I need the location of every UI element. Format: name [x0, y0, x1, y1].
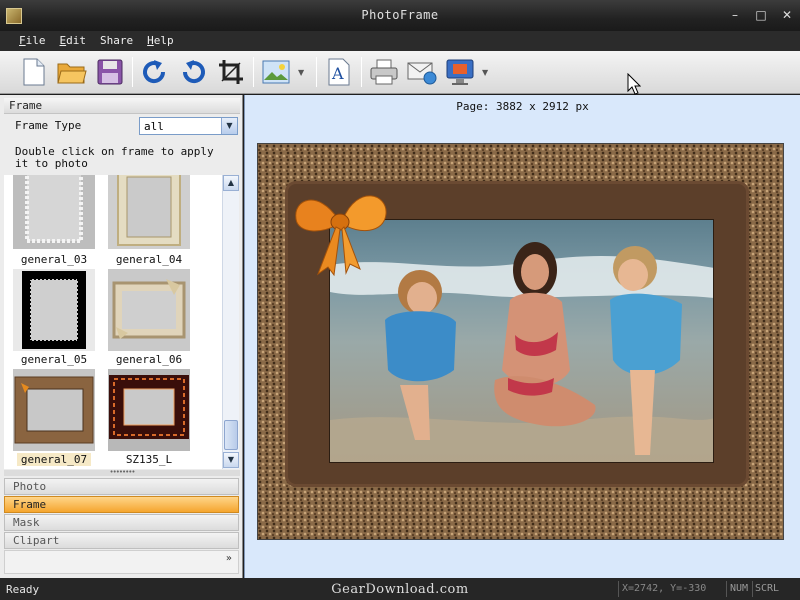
redo-icon[interactable]: [139, 56, 171, 88]
thumb-label-selected: general_07: [17, 453, 91, 466]
maximize-icon[interactable]: □: [754, 8, 768, 22]
frame-preview[interactable]: [257, 143, 784, 540]
status-separator: [752, 581, 753, 597]
scroll-down-icon[interactable]: ▼: [223, 452, 239, 468]
thumb-label: SZ135_L: [125, 453, 173, 466]
menu-file[interactable]: File: [12, 31, 53, 51]
image-dropdown-arrow[interactable]: ▼: [298, 68, 306, 77]
nav-frame[interactable]: Frame: [4, 496, 239, 513]
status-bar: Ready GearDownload.com X=2742, Y=-330 NU…: [0, 578, 800, 600]
panel-header: Frame: [4, 98, 240, 114]
frame-thumb-general_04[interactable]: [108, 175, 190, 249]
mouse-cursor-icon: [627, 73, 641, 95]
add-text-icon[interactable]: A: [323, 56, 355, 88]
open-folder-icon[interactable]: [56, 56, 88, 88]
canvas-area[interactable]: Page: 3882 x 2912 px: [244, 73, 800, 578]
frame-thumb-general_06[interactable]: [108, 269, 190, 351]
close-icon[interactable]: ✕: [780, 8, 794, 22]
frame-type-value: all: [144, 120, 164, 133]
scroll-up-icon[interactable]: ▲: [223, 175, 239, 191]
menu-help[interactable]: Help: [140, 31, 181, 51]
bow-clipart: [295, 195, 387, 277]
nav-photo[interactable]: Photo: [4, 478, 239, 495]
chevron-down-icon[interactable]: ▼: [221, 118, 237, 134]
toolbar-separator: [316, 57, 317, 87]
panel-splitter[interactable]: ••••••••: [4, 469, 240, 476]
scroll-lock-indicator: SCRL: [755, 583, 780, 594]
more-chevron-icon[interactable]: »: [226, 553, 232, 564]
frame-thumb-general_05[interactable]: [13, 269, 95, 351]
toolbar-separator: [361, 57, 362, 87]
printer-icon[interactable]: [368, 56, 400, 88]
status-separator: [726, 581, 727, 597]
menu-bar: File Edit Share Help: [0, 31, 800, 51]
frame-type-select[interactable]: all ▼: [139, 117, 238, 135]
svg-text:A: A: [331, 64, 344, 83]
thumb-label: general_06: [115, 353, 183, 366]
thumb-label: general_05: [20, 353, 88, 366]
frame-hint: Double click on frame to apply it to pho…: [15, 145, 214, 170]
toolbar-separator: [253, 57, 254, 87]
email-icon[interactable]: [406, 56, 438, 88]
desktop-wallpaper-icon[interactable]: [444, 56, 476, 88]
left-panel: Frame Frame Type all ▼ Double click on f…: [0, 95, 243, 578]
page-size-label: Page: 3882 x 2912 px: [456, 100, 589, 113]
toolbar-separator: [132, 57, 133, 87]
crop-icon[interactable]: [215, 56, 247, 88]
new-document-icon[interactable]: [18, 56, 50, 88]
frame-thumbnail-list: general_03 general_04 general_05 general…: [4, 175, 222, 469]
scroll-thumb[interactable]: [224, 420, 238, 450]
window-title: PhotoFrame: [361, 8, 439, 22]
frame-type-label: Frame Type: [15, 119, 82, 132]
save-disk-icon[interactable]: [94, 56, 126, 88]
thumb-label: general_03: [20, 253, 88, 266]
menu-edit[interactable]: Edit: [53, 31, 94, 51]
thumb-label: general_04: [115, 253, 183, 266]
toolbar: ▼ A ▼: [0, 51, 800, 94]
minimize-icon[interactable]: –: [728, 8, 742, 22]
frame-thumb-general_03[interactable]: [13, 175, 95, 249]
wallpaper-dropdown-arrow[interactable]: ▼: [482, 68, 490, 77]
undo-icon[interactable]: [177, 56, 209, 88]
num-lock-indicator: NUM: [730, 583, 749, 594]
nav-clipart[interactable]: Clipart: [4, 532, 239, 549]
frame-thumb-general_07[interactable]: [13, 369, 95, 451]
window-controls: – □ ✕: [728, 8, 794, 22]
thumbnail-scrollbar[interactable]: ▲ ▼: [222, 175, 239, 469]
nav-footer: »: [4, 550, 239, 574]
cursor-coordinates: X=2742, Y=-330: [622, 583, 707, 594]
menu-share[interactable]: Share: [93, 31, 140, 51]
title-bar: PhotoFrame – □ ✕: [0, 0, 800, 31]
frame-thumb-SZ135_L[interactable]: [108, 369, 190, 451]
image-icon[interactable]: [260, 56, 292, 88]
status-separator: [618, 581, 619, 597]
nav-mask[interactable]: Mask: [4, 514, 239, 531]
